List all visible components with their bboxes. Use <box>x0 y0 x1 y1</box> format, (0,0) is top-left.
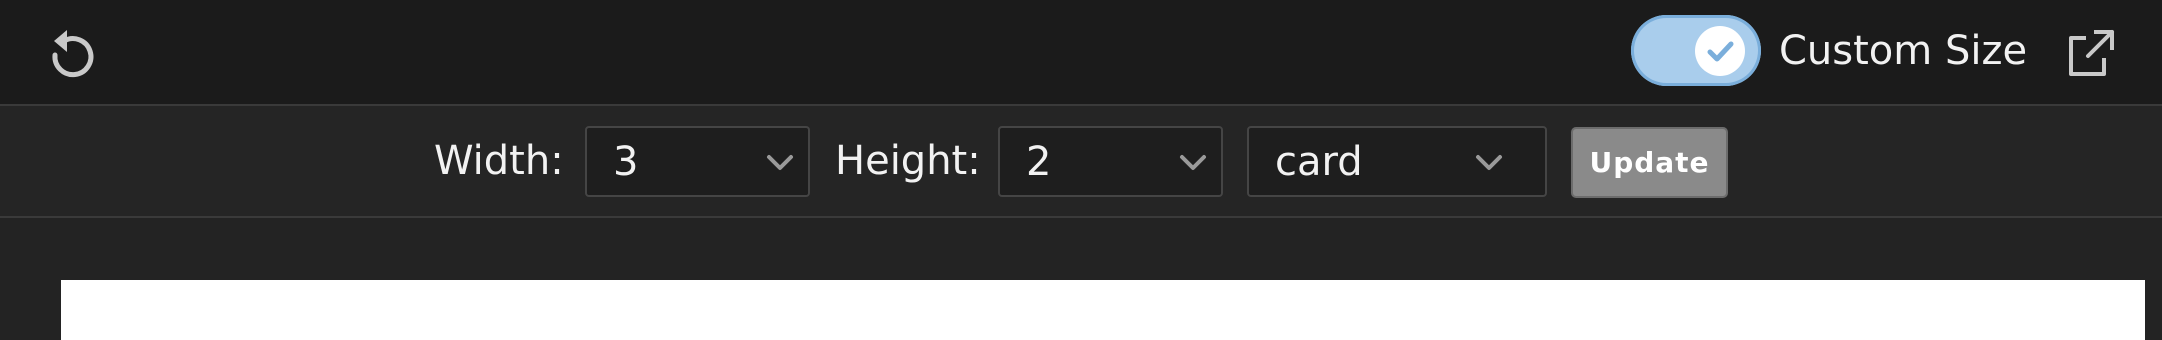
toggle-knob <box>1695 26 1745 76</box>
type-select[interactable]: card <box>1247 126 1547 197</box>
width-label: Width: <box>434 138 564 184</box>
custom-size-toggle[interactable] <box>1631 15 1761 86</box>
header-bar: Custom Size <box>0 0 2162 106</box>
width-select-value: 3 <box>613 139 639 185</box>
width-select[interactable]: 3 <box>585 126 810 197</box>
chevron-down-icon <box>1475 151 1503 173</box>
preview-area <box>0 218 2162 340</box>
height-label: Height: <box>835 138 981 184</box>
chevron-down-icon <box>766 151 794 173</box>
open-external-icon[interactable] <box>2066 28 2116 78</box>
height-select[interactable]: 2 <box>998 126 1223 197</box>
chevron-down-icon <box>1179 151 1207 173</box>
size-toolbar: Width: 3 Height: 2 card Update <box>0 106 2162 218</box>
height-select-value: 2 <box>1026 139 1052 185</box>
preview-card <box>61 280 2145 340</box>
custom-size-label: Custom Size <box>1779 28 2028 74</box>
reload-icon[interactable] <box>50 27 96 79</box>
update-button[interactable]: Update <box>1571 127 1728 198</box>
type-select-value: card <box>1275 139 1363 185</box>
